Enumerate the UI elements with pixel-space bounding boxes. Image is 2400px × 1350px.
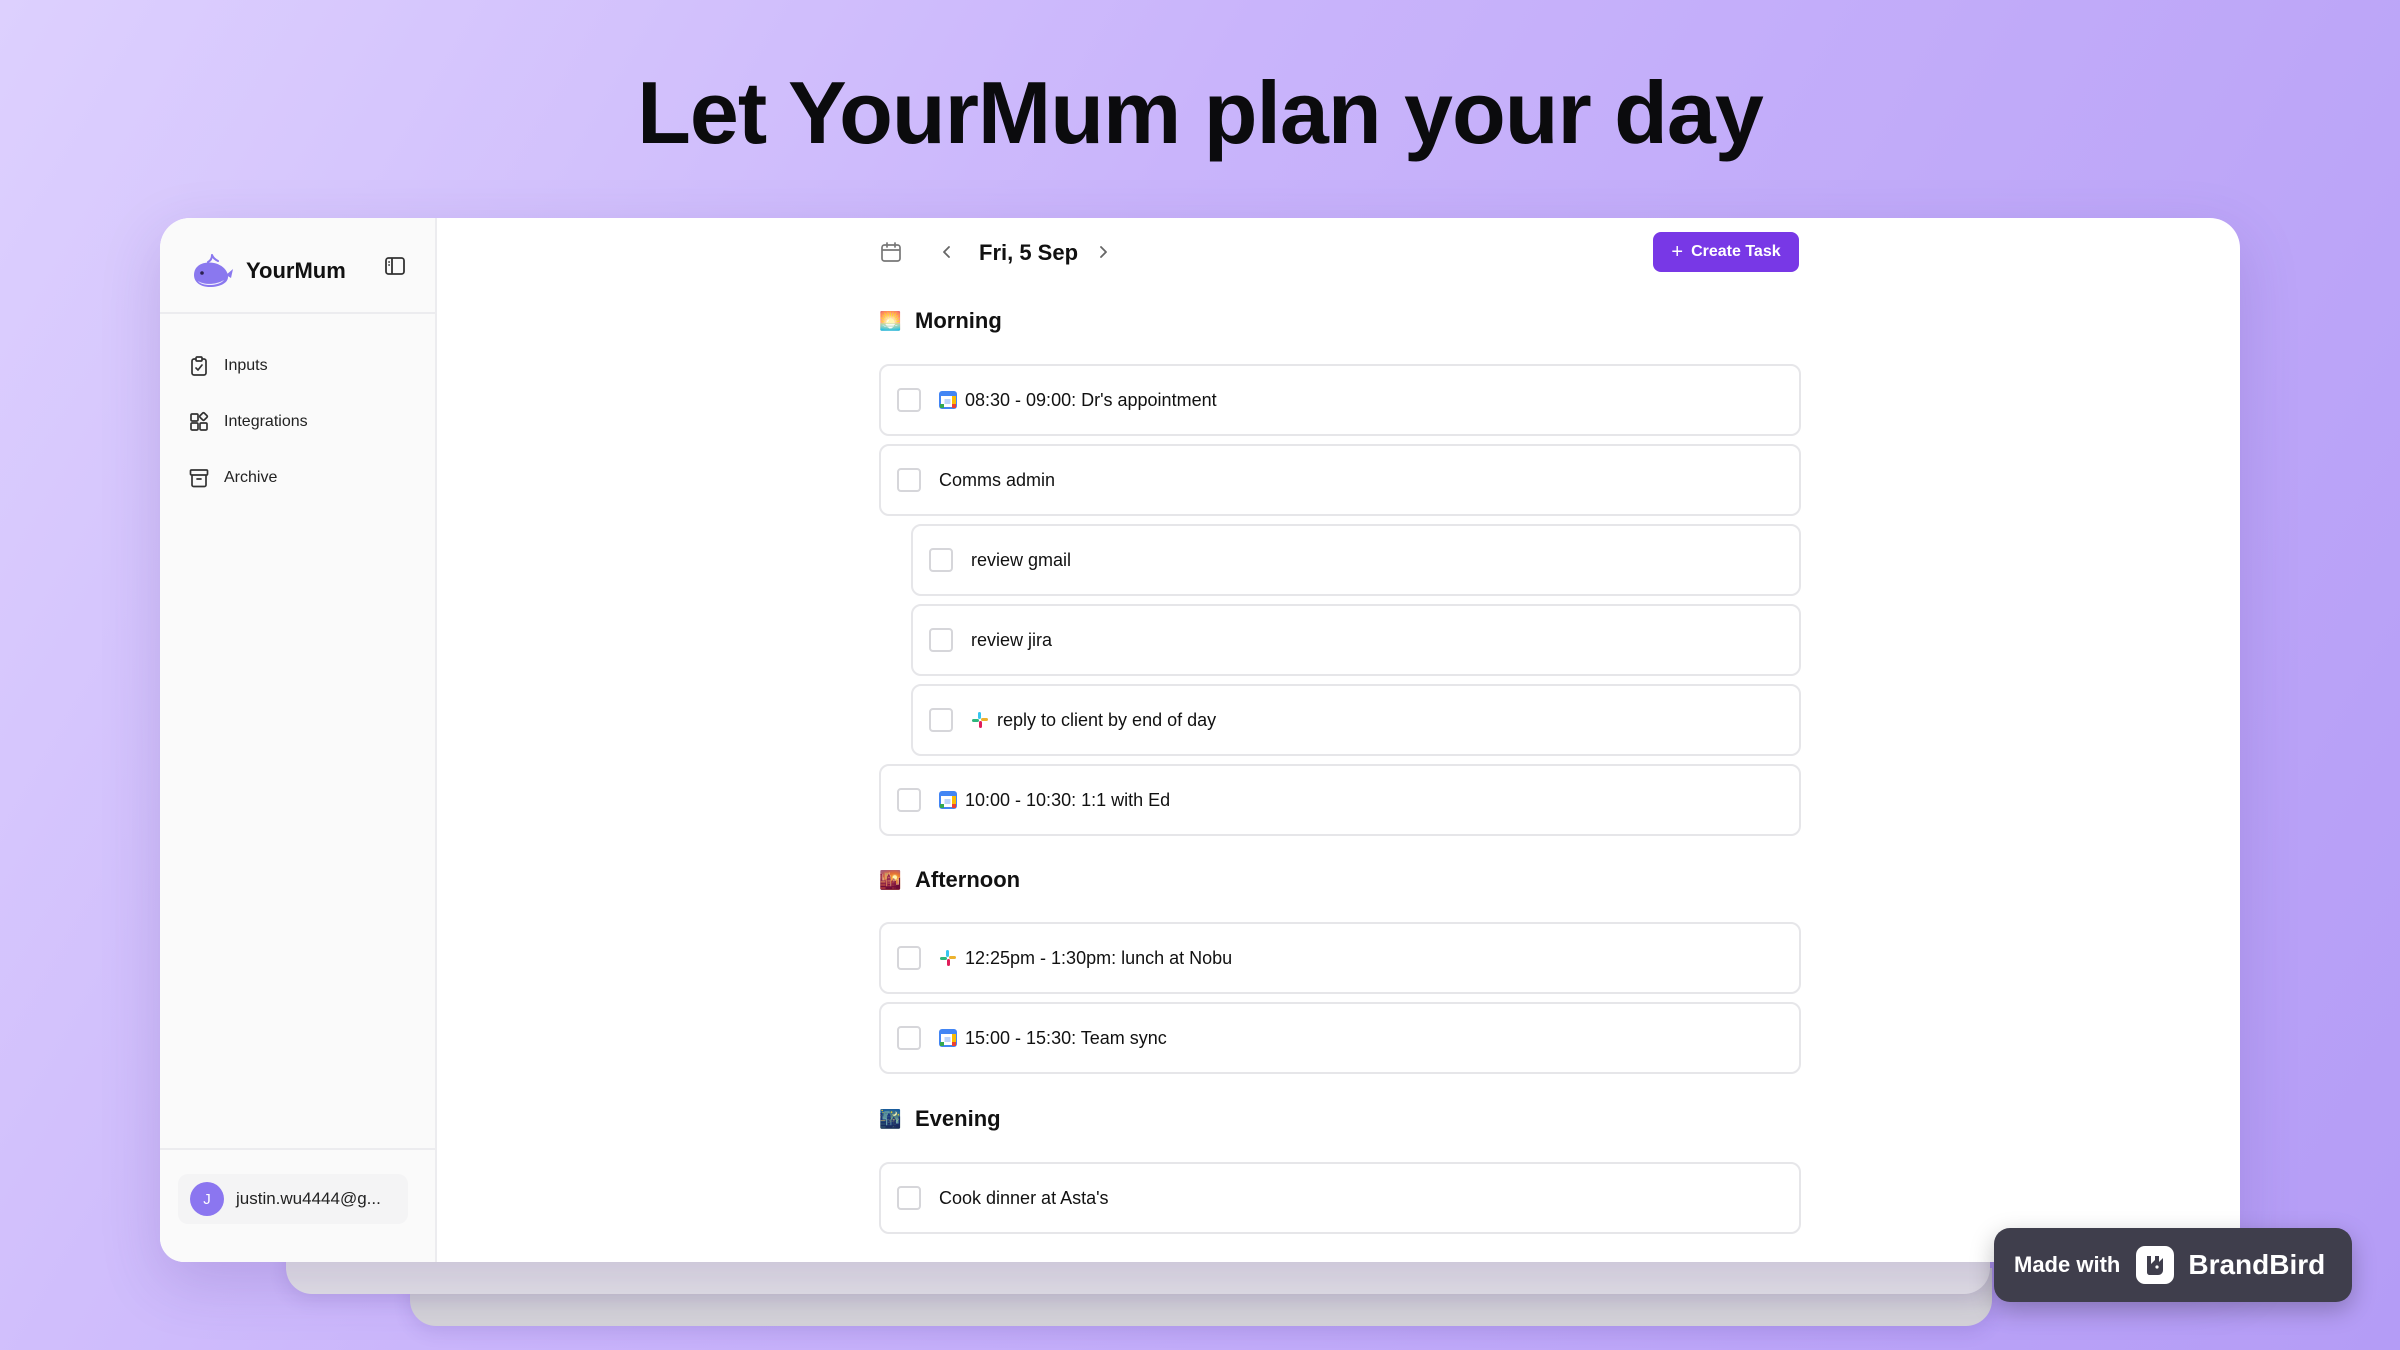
task-text: 08:30 - 09:00: Dr's appointment	[965, 389, 1217, 410]
task-item[interactable]: 12:25pm - 1:30pm: lunch at Nobu	[879, 922, 1801, 994]
task-item[interactable]: 10:00 - 10:30: 1:1 with Ed	[879, 764, 1801, 836]
task-text: 10:00 - 10:30: 1:1 with Ed	[965, 789, 1171, 810]
sidebar-divider	[160, 312, 435, 314]
task-text: Cook dinner at Asta's	[939, 1187, 1109, 1208]
chevron-left-icon[interactable]	[937, 242, 957, 262]
main-content: Fri, 5 Sep + Create Task 🌅 Morning 08:30…	[435, 218, 2240, 1262]
night-city-icon: 🌃	[879, 1108, 902, 1129]
chevron-right-icon[interactable]	[1093, 242, 1113, 262]
section-morning: 🌅 Morning	[879, 304, 1002, 338]
current-date: Fri, 5 Sep	[979, 240, 1079, 265]
slack-icon	[940, 950, 956, 966]
avatar: J	[190, 1182, 224, 1216]
whale-logo-icon	[194, 254, 233, 287]
app-window: YourMum Inputs Integrations Archive J ju…	[160, 218, 2240, 1262]
user-email: justin.wu4444@g...	[236, 1189, 381, 1208]
brandbird-badge[interactable]: Made with BrandBird	[1994, 1228, 2352, 1302]
section-title: Evening	[915, 1106, 1001, 1131]
app-name: YourMum	[246, 258, 346, 283]
task-text: Comms admin	[939, 469, 1056, 490]
subtask-item[interactable]: reply to client by end of day	[911, 684, 1801, 756]
archive-icon	[189, 469, 209, 488]
sidebar-item-archive[interactable]: Archive	[188, 458, 308, 498]
brand[interactable]: YourMum	[190, 246, 346, 296]
section-afternoon: 🌇 Afternoon	[879, 863, 1020, 897]
task-checkbox[interactable]	[897, 788, 921, 812]
task-checkbox[interactable]	[897, 1026, 921, 1050]
task-text: review jira	[971, 629, 1053, 650]
create-task-button[interactable]: + Create Task	[1653, 232, 1799, 272]
sidebar-nav: Inputs Integrations Archive	[188, 346, 308, 514]
page-headline: Let YourMum plan your day	[637, 63, 1764, 162]
plus-icon: +	[1671, 241, 1684, 263]
date-toolbar: Fri, 5 Sep + Create Task	[879, 232, 1799, 276]
sidebar-item-inputs[interactable]: Inputs	[188, 346, 308, 386]
brandbird-logo-icon	[2136, 1246, 2175, 1284]
task-checkbox[interactable]	[897, 946, 921, 970]
google-calendar-icon	[939, 391, 957, 409]
section-evening: 🌃 Evening	[879, 1102, 1001, 1136]
task-item[interactable]: Cook dinner at Asta's	[879, 1162, 1801, 1234]
section-title: Morning	[915, 308, 1002, 333]
task-checkbox[interactable]	[897, 388, 921, 412]
badge-made-with: Made with	[2014, 1252, 2121, 1277]
task-item[interactable]: 15:00 - 15:30: Team sync	[879, 1002, 1801, 1074]
clipboard-icon	[191, 356, 207, 376]
user-menu[interactable]: J justin.wu4444@g...	[178, 1174, 408, 1224]
badge-brand-name: BrandBird	[2188, 1249, 2326, 1280]
task-checkbox[interactable]	[897, 1186, 921, 1210]
task-text: 15:00 - 15:30: Team sync	[965, 1027, 1167, 1048]
sidebar-item-label: Integrations	[224, 413, 308, 430]
subtask-item[interactable]: review gmail	[911, 524, 1801, 596]
sidebar-toggle-icon[interactable]	[384, 255, 406, 277]
task-text: 12:25pm - 1:30pm: lunch at Nobu	[965, 947, 1233, 968]
sidebar-item-integrations[interactable]: Integrations	[188, 402, 308, 442]
subtask-item[interactable]: review jira	[911, 604, 1801, 676]
task-text: review gmail	[971, 549, 1072, 570]
task-checkbox[interactable]	[929, 548, 953, 572]
sidebar-item-label: Inputs	[224, 357, 268, 374]
sunrise-icon: 🌅	[879, 310, 902, 331]
task-checkbox[interactable]	[929, 708, 953, 732]
section-title: Afternoon	[915, 867, 1021, 892]
task-item[interactable]: 08:30 - 09:00: Dr's appointment	[879, 364, 1801, 436]
task-text: reply to client by end of day	[997, 709, 1217, 730]
sidebar: YourMum Inputs Integrations Archive J ju…	[160, 218, 437, 1262]
sidebar-footer-divider	[160, 1148, 435, 1150]
task-checkbox[interactable]	[897, 468, 921, 492]
create-task-label: Create Task	[1691, 243, 1781, 260]
slack-icon	[972, 712, 988, 728]
task-checkbox[interactable]	[929, 628, 953, 652]
calendar-icon[interactable]	[879, 240, 903, 264]
task-item[interactable]: Comms admin	[879, 444, 1801, 516]
sidebar-item-label: Archive	[224, 469, 278, 486]
sunset-icon: 🌇	[879, 869, 902, 890]
google-calendar-icon	[939, 791, 957, 809]
google-calendar-icon	[939, 1029, 957, 1047]
integrations-icon	[190, 411, 209, 431]
